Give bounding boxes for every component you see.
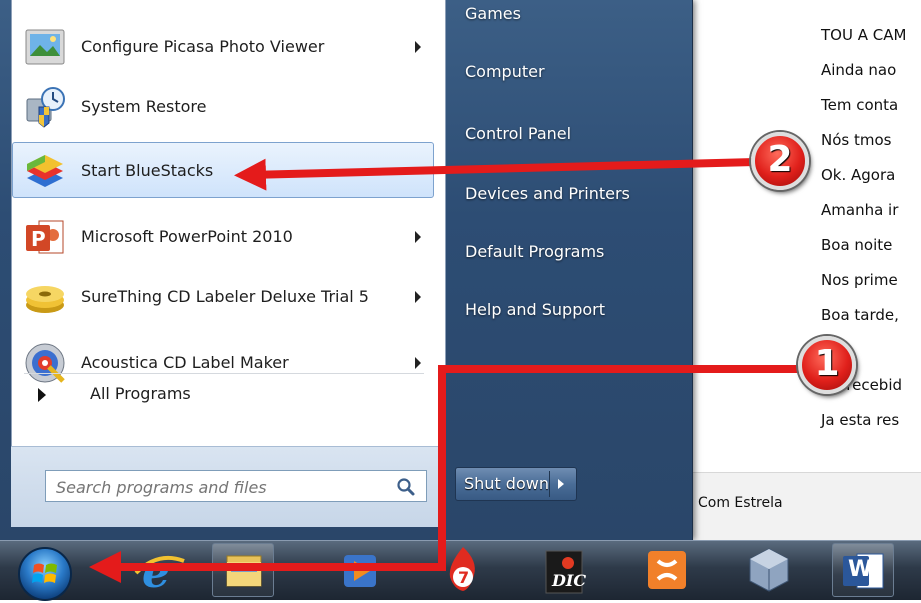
file-explorer-icon xyxy=(226,555,262,587)
taskbar: e 7 DIC W xyxy=(0,540,921,601)
submenu-arrow-icon xyxy=(415,357,421,369)
search-box[interactable] xyxy=(45,470,427,503)
row-subject: Ok. Agora xyxy=(821,166,896,184)
taskbar-file-explorer[interactable] xyxy=(212,543,274,597)
menu-item-games[interactable]: Games xyxy=(451,0,685,36)
powerpoint-icon: P xyxy=(23,215,67,259)
shutdown-divider xyxy=(549,471,550,497)
virtualbox-icon xyxy=(749,548,789,592)
row-subject: Nós tmos xyxy=(821,131,892,149)
submenu-arrow-icon xyxy=(415,231,421,243)
row-subject: TOU A CAM xyxy=(821,26,907,44)
program-bluestacks[interactable]: Start BlueStacks xyxy=(12,142,434,198)
row-subject: Ainda nao xyxy=(821,61,897,79)
taskbar-media-player[interactable] xyxy=(330,543,392,597)
surething-icon xyxy=(23,275,67,319)
program-surething[interactable]: SureThing CD Labeler Deluxe Trial 5 xyxy=(12,268,434,324)
program-label: SureThing CD Labeler Deluxe Trial 5 xyxy=(81,287,369,306)
program-powerpoint[interactable]: P Microsoft PowerPoint 2010 xyxy=(12,208,434,264)
row-subject: Nos prime xyxy=(821,271,898,289)
program-label: Configure Picasa Photo Viewer xyxy=(81,37,325,56)
svg-text:e: e xyxy=(142,547,170,597)
menu-item-devices-printers[interactable]: Devices and Printers xyxy=(451,172,685,216)
background-status-text: Com Estrela xyxy=(698,495,783,511)
annotation-badge-2: 2 xyxy=(751,132,809,190)
submenu-arrow-icon xyxy=(415,291,421,303)
row-subject: Boa tarde, xyxy=(821,306,899,324)
media-player-icon xyxy=(344,555,376,587)
taskbar-xampp[interactable] xyxy=(636,543,698,597)
expand-arrow-icon xyxy=(38,388,46,402)
bluestacks-icon xyxy=(23,149,67,193)
menu-item-default-programs[interactable]: Default Programs xyxy=(451,230,685,274)
acoustica-icon xyxy=(23,341,67,385)
submenu-arrow-icon xyxy=(415,41,421,53)
row-subject: Amanha ir xyxy=(821,201,899,219)
taskbar-internet-explorer[interactable]: e xyxy=(128,543,190,598)
menu-separator xyxy=(24,373,424,374)
start-menu: Configure Picasa Photo Viewer System Res… xyxy=(0,0,693,540)
taskbar-dic[interactable]: DIC xyxy=(534,543,596,597)
shutdown-label: Shut down xyxy=(464,474,549,493)
menu-item-computer[interactable]: Computer xyxy=(451,50,685,94)
program-label: System Restore xyxy=(81,97,207,116)
windows-logo-icon xyxy=(32,563,57,583)
menu-item-help-support[interactable]: Help and Support xyxy=(451,288,685,332)
shutdown-button[interactable]: Shut down xyxy=(455,467,577,501)
annotation-badge-1: 1 xyxy=(798,336,856,394)
search-input[interactable] xyxy=(54,471,378,503)
dic-label: DIC xyxy=(552,571,587,590)
shutdown-options-arrow-icon[interactable] xyxy=(558,479,564,489)
all-programs-label: All Programs xyxy=(90,384,191,403)
row-subject: Ja esta res xyxy=(821,411,900,429)
row-subject: Tem conta xyxy=(821,96,899,114)
search-area xyxy=(11,446,444,527)
taskbar-word[interactable]: W xyxy=(832,543,894,597)
row-subject: Boa noite xyxy=(821,236,893,254)
program-system-restore[interactable]: System Restore xyxy=(12,78,434,134)
all-programs-item[interactable]: All Programs xyxy=(38,380,418,410)
internet-explorer-icon: e xyxy=(134,547,185,598)
taskbar-avira[interactable]: 7 xyxy=(432,543,494,597)
program-picasa[interactable]: Configure Picasa Photo Viewer xyxy=(12,18,434,74)
svg-text:P: P xyxy=(31,227,46,251)
svg-text:7: 7 xyxy=(458,568,469,587)
taskbar-virtualbox[interactable] xyxy=(738,543,800,597)
search-icon[interactable] xyxy=(396,477,416,497)
program-label: Start BlueStacks xyxy=(81,161,214,180)
start-button[interactable] xyxy=(18,547,72,601)
menu-item-control-panel[interactable]: Control Panel xyxy=(451,112,685,156)
picasa-icon xyxy=(23,25,67,69)
system-restore-icon xyxy=(23,85,67,129)
program-label: Microsoft PowerPoint 2010 xyxy=(81,227,293,246)
xampp-icon xyxy=(648,551,686,589)
avira-icon: 7 xyxy=(449,547,475,591)
word-label: W xyxy=(848,557,873,582)
